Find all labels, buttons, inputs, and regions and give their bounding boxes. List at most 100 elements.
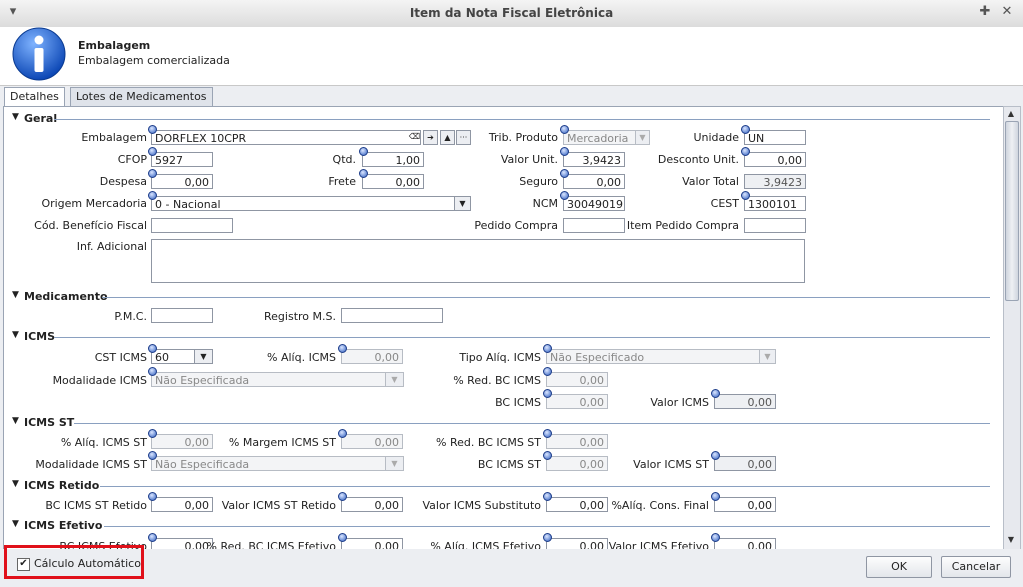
seguro-label: Seguro — [519, 175, 558, 188]
cest-field[interactable]: 1300101 — [744, 196, 806, 211]
required-icon — [543, 344, 552, 353]
despesa-label: Despesa — [99, 175, 147, 188]
chevron-down-icon[interactable]: ▼ — [635, 130, 650, 145]
close-icon[interactable]: ✕ — [999, 4, 1015, 20]
tab-detalhes[interactable]: Detalhes — [4, 87, 65, 107]
scroll-down-icon[interactable]: ▼ — [1003, 533, 1019, 547]
calculo-automatico-checkbox[interactable]: ✔ — [17, 558, 30, 571]
calculo-automatico-label[interactable]: Cálculo Automático — [34, 557, 141, 570]
window-title: Item da Nota Fiscal Eletrônica — [409, 6, 614, 20]
valor-unit-field[interactable]: 3,9423 — [563, 152, 625, 167]
cfop-label: CFOP — [117, 153, 147, 166]
header-title: Embalagem — [78, 39, 151, 52]
arrow-right-icon[interactable]: ➔ — [423, 130, 438, 145]
collapse-icon: ▼ — [12, 112, 19, 122]
ncm-field[interactable]: 30049019 — [563, 196, 625, 211]
frete-label: Frete — [328, 175, 356, 188]
qtd-field[interactable]: 1,00 — [362, 152, 424, 167]
section-icms[interactable]: ▼ ICMS — [12, 330, 990, 344]
pmc-field[interactable] — [151, 308, 213, 323]
frete-field[interactable]: 0,00 — [362, 174, 424, 189]
qtd-label: Qtd. — [332, 153, 356, 166]
valor-icms-st-retido-field[interactable]: 0,00 — [341, 497, 403, 512]
chevron-down-icon[interactable]: ▼ — [759, 349, 776, 364]
collapse-icon: ▼ — [12, 416, 19, 426]
origem-label: Origem Mercadoria — [41, 197, 147, 210]
valor-total-field: 3,9423 — [744, 174, 806, 189]
aliq-cons-final-label: %Alíq. Cons. Final — [611, 499, 709, 512]
required-icon — [148, 125, 157, 134]
required-icon — [741, 125, 750, 134]
unidade-field[interactable]: UN — [744, 130, 806, 145]
required-icon — [560, 125, 569, 134]
required-icon — [148, 533, 157, 542]
dialog-header: Embalagem Embalagem comercializada — [0, 27, 1023, 86]
clear-icon[interactable]: ⌫ — [407, 130, 422, 145]
red-bc-icms-st-field[interactable]: 0,00 — [546, 434, 608, 449]
pedido-compra-field[interactable] — [563, 218, 625, 233]
required-icon — [711, 533, 720, 542]
section-icms-st[interactable]: ▼ ICMS ST — [12, 416, 990, 430]
pin-icon[interactable]: ✚ — [977, 4, 993, 20]
scrollbar-thumb[interactable] — [1005, 121, 1019, 301]
cancelar-button[interactable]: Cancelar — [941, 556, 1011, 578]
item-pedido-field[interactable] — [744, 218, 806, 233]
despesa-field[interactable]: 0,00 — [151, 174, 213, 189]
valor-icms-substituto-field[interactable]: 0,00 — [546, 497, 608, 512]
section-geral[interactable]: ▼ Geral — [12, 112, 990, 126]
trib-produto-select[interactable]: Mercadoria — [563, 130, 638, 145]
required-icon — [338, 429, 347, 438]
desconto-unit-field[interactable]: 0,00 — [744, 152, 806, 167]
required-icon — [543, 492, 552, 501]
valor-icms-field: 0,00 — [714, 394, 776, 409]
modalidade-icms-st-label: Modalidade ICMS ST — [35, 458, 147, 471]
required-icon — [543, 533, 552, 542]
modalidade-icms-select[interactable]: Não Especificada — [151, 372, 387, 387]
bc-icms-field[interactable]: 0,00 — [546, 394, 608, 409]
chevron-down-icon[interactable]: ▼ — [385, 372, 404, 387]
required-icon — [148, 451, 157, 460]
margem-icms-st-field[interactable]: 0,00 — [341, 434, 403, 449]
cst-icms-label: CST ICMS — [94, 351, 147, 364]
section-icms-retido[interactable]: ▼ ICMS Retido — [12, 479, 990, 493]
ok-button[interactable]: OK — [866, 556, 932, 578]
origem-select[interactable]: 0 - Nacional — [151, 196, 456, 211]
valor-icms-st-field: 0,00 — [714, 456, 776, 471]
tipo-aliq-icms-label: Tipo Alíq. ICMS — [459, 351, 541, 364]
cest-label: CEST — [710, 197, 739, 210]
red-bc-icms-field[interactable]: 0,00 — [546, 372, 608, 387]
section-medicamento[interactable]: ▼ Medicamento — [12, 290, 990, 304]
scroll-up-icon[interactable]: ▲ — [1003, 107, 1019, 121]
tipo-aliq-icms-select[interactable]: Não Especificado — [546, 349, 761, 364]
valor-icms-st-label: Valor ICMS ST — [633, 458, 709, 471]
chevron-down-icon[interactable]: ▼ — [194, 349, 213, 364]
tab-lotes-medicamentos[interactable]: Lotes de Medicamentos — [70, 87, 213, 106]
section-icms-efetivo[interactable]: ▼ ICMS Efetivo — [12, 519, 990, 533]
required-icon — [543, 429, 552, 438]
required-icon — [338, 492, 347, 501]
required-icon — [543, 367, 552, 376]
modalidade-icms-st-select[interactable]: Não Especificada — [151, 456, 387, 471]
bc-icms-st-field[interactable]: 0,00 — [546, 456, 608, 471]
cfop-field[interactable]: 5927 — [151, 152, 213, 167]
embalagem-field[interactable]: DORFLEX 10CPR — [151, 130, 421, 145]
cst-icms-select[interactable]: 60 — [151, 349, 196, 364]
cod-beneficio-field[interactable] — [151, 218, 233, 233]
bc-icms-st-label: BC ICMS ST — [477, 458, 541, 471]
bc-icms-label: BC ICMS — [495, 396, 541, 409]
collapse-icon: ▼ — [12, 519, 19, 529]
aliq-icms-st-field[interactable]: 0,00 — [151, 434, 213, 449]
registro-ms-field[interactable] — [341, 308, 443, 323]
valor-icms-st-retido-label: Valor ICMS ST Retido — [221, 499, 336, 512]
seguro-field[interactable]: 0,00 — [563, 174, 625, 189]
required-icon — [148, 344, 157, 353]
aliq-cons-final-field[interactable]: 0,00 — [714, 497, 776, 512]
triangle-up-icon[interactable]: ▲ — [440, 130, 455, 145]
required-icon — [560, 169, 569, 178]
details-panel: ▼ Geral Embalagem DORFLEX 10CPR ⌫ ➔ ▲ ··… — [3, 106, 1004, 550]
collapse-icon: ▼ — [12, 290, 19, 300]
inf-adicional-textarea[interactable] — [151, 239, 805, 283]
required-icon — [543, 389, 552, 398]
aliq-icms-field[interactable]: 0,00 — [341, 349, 403, 364]
chevron-down-icon[interactable]: ▼ — [385, 456, 404, 471]
